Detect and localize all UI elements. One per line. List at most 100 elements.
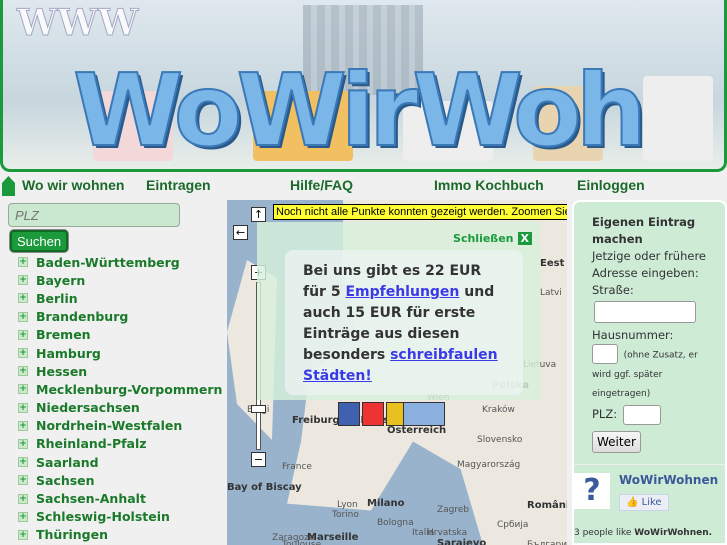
expand-plus-icon[interactable]: + — [18, 493, 28, 504]
header-banner: WWW WoWirWoh — [0, 0, 727, 172]
map-label: Zagreb — [437, 505, 470, 515]
weiter-button[interactable]: Weiter — [592, 430, 641, 453]
state-item[interactable]: + Baden-Württemberg — [18, 253, 222, 271]
expand-plus-icon[interactable]: + — [18, 420, 28, 431]
plz-search-input[interactable] — [8, 203, 180, 227]
facebook-page-link[interactable]: WoWirWohnen — [619, 473, 718, 487]
pan-left-icon[interactable]: ← — [233, 225, 248, 240]
state-label[interactable]: Bayern — [36, 273, 85, 288]
state-item[interactable]: + Hessen — [18, 362, 222, 380]
nav-wo-wir-wohnen[interactable]: Wo wir wohnen — [22, 177, 124, 193]
search-button[interactable]: Suchen — [10, 230, 68, 252]
state-label[interactable]: Brandenburg — [36, 309, 128, 324]
expand-plus-icon[interactable]: + — [18, 329, 28, 340]
house-number-input[interactable] — [592, 344, 618, 364]
state-item[interactable]: + Schleswig-Holstein — [18, 508, 222, 526]
state-label[interactable]: Bremen — [36, 327, 91, 342]
state-label[interactable]: Sachsen — [36, 473, 95, 488]
map-label: Slovensko — [477, 435, 523, 445]
state-label[interactable]: Niedersachsen — [36, 400, 140, 415]
expand-plus-icon[interactable]: + — [18, 475, 28, 486]
state-label[interactable]: Schleswig-Holstein — [36, 509, 170, 524]
entry-title: Eigenen Eintrag machen — [592, 215, 696, 246]
expand-plus-icon[interactable]: + — [18, 348, 28, 359]
state-label[interactable]: Sachsen-Anhalt — [36, 491, 146, 506]
main-nav: Wo wir wohnen Eintragen Hilfe/FAQ Immo K… — [0, 172, 727, 200]
expand-plus-icon[interactable]: + — [18, 511, 28, 522]
state-item[interactable]: + Saarland — [18, 453, 222, 471]
map-label: Kraków — [482, 405, 515, 415]
entry-panel: Eigenen Eintrag machen Jetzige oder früh… — [572, 200, 727, 545]
map-label: България — [527, 540, 567, 545]
expand-plus-icon[interactable]: + — [18, 293, 28, 304]
state-label[interactable]: Thüringen — [36, 527, 108, 542]
map-label: Bay of Biscay — [227, 482, 302, 493]
plz-input[interactable] — [623, 404, 662, 425]
state-label[interactable]: Berlin — [36, 291, 78, 306]
map-label: Milano — [367, 498, 405, 509]
state-item[interactable]: + Niedersachsen — [18, 399, 222, 417]
state-label[interactable]: Hamburg — [36, 346, 101, 361]
state-label[interactable]: Mecklenburg-Vorpommern — [36, 382, 222, 397]
house-number-label: Hausnummer: — [592, 328, 674, 342]
like-label: Like — [641, 497, 662, 508]
map-label: France — [282, 462, 312, 472]
expand-plus-icon[interactable]: + — [18, 311, 28, 322]
expand-plus-icon[interactable]: + — [18, 257, 28, 268]
plz-label: PLZ: — [592, 407, 618, 421]
empfehlungen-link[interactable]: Empfehlungen — [345, 284, 459, 300]
state-label[interactable]: Hessen — [36, 364, 87, 379]
state-item[interactable]: + Brandenburg — [18, 308, 222, 326]
state-label[interactable]: Rheinland-Pfalz — [36, 436, 147, 451]
expand-plus-icon[interactable]: + — [18, 402, 28, 413]
state-item[interactable]: + Nordrhein-Westfalen — [18, 417, 222, 435]
nav-eintragen[interactable]: Eintragen — [146, 177, 211, 193]
entry-intro: Jetzige oder frühere Adresse eingeben: — [592, 249, 707, 280]
expand-plus-icon[interactable]: + — [18, 384, 28, 395]
state-item[interactable]: + Mecklenburg-Vorpommern — [18, 380, 222, 398]
state-label[interactable]: Saarland — [36, 455, 99, 470]
crest-saarland[interactable] — [338, 402, 360, 426]
state-label[interactable]: Baden-Württemberg — [36, 255, 180, 270]
like-count-name[interactable]: WoWirWohnen. — [634, 528, 712, 538]
expand-plus-icon[interactable]: + — [18, 438, 28, 449]
facebook-like-button[interactable]: 👍 Like — [619, 494, 669, 511]
state-list: + Baden-Württemberg + Bayern + Berlin + Branden… — [18, 253, 222, 544]
like-count: 3 people like WoWirWohnen. — [574, 528, 712, 538]
map-label: Lyon — [337, 500, 358, 510]
pan-up-icon[interactable]: ↑ — [251, 207, 266, 222]
expand-plus-icon[interactable]: + — [18, 457, 28, 468]
street-input[interactable] — [594, 301, 696, 323]
nav-hilfe-faq[interactable]: Hilfe/FAQ — [290, 177, 353, 193]
state-item[interactable]: + Thüringen — [18, 526, 222, 544]
expand-plus-icon[interactable]: + — [18, 275, 28, 286]
zoom-slider-handle[interactable] — [251, 405, 266, 413]
close-label[interactable]: Schließen — [453, 232, 513, 245]
state-item[interactable]: + Bremen — [18, 326, 222, 344]
map-label: Sarajevo — [437, 538, 487, 545]
facebook-widget: ? WoWirWohnen 👍 Like 3 people like WoWir… — [574, 464, 725, 538]
state-item[interactable]: + Sachsen — [18, 471, 222, 489]
state-item[interactable]: + Berlin — [18, 289, 222, 307]
state-item[interactable]: + Hamburg — [18, 344, 222, 362]
close-button[interactable]: Schließen X — [453, 232, 532, 245]
site-logo[interactable]: WoWirWoh — [72, 51, 648, 169]
map[interactable]: EestLatviLietuvaPolskaKrakówSlovenskoÖst… — [227, 200, 567, 545]
zoom-out-icon[interactable]: − — [251, 452, 266, 467]
state-item[interactable]: + Bayern — [18, 271, 222, 289]
home-icon[interactable] — [2, 176, 15, 196]
state-item[interactable]: + Rheinland-Pfalz — [18, 435, 222, 453]
state-label[interactable]: Nordrhein-Westfalen — [36, 418, 182, 433]
map-label: Magyarország — [457, 460, 521, 470]
nav-einloggen[interactable]: Einloggen — [577, 177, 645, 193]
map-label: Bologna — [377, 518, 414, 528]
crest-rheinland-pfalz[interactable] — [362, 402, 384, 426]
expand-plus-icon[interactable]: + — [18, 529, 28, 540]
expand-plus-icon[interactable]: + — [18, 366, 28, 377]
promo-text: Bei uns gibt es 22 EUR für 5 Empfehlunge… — [285, 250, 523, 395]
street-label: Straße: — [592, 283, 634, 297]
state-item[interactable]: + Sachsen-Anhalt — [18, 489, 222, 507]
nav-immo-kochbuch[interactable]: Immo Kochbuch — [434, 177, 544, 193]
close-icon[interactable]: X — [517, 232, 532, 245]
crest-bayern[interactable] — [403, 402, 445, 426]
